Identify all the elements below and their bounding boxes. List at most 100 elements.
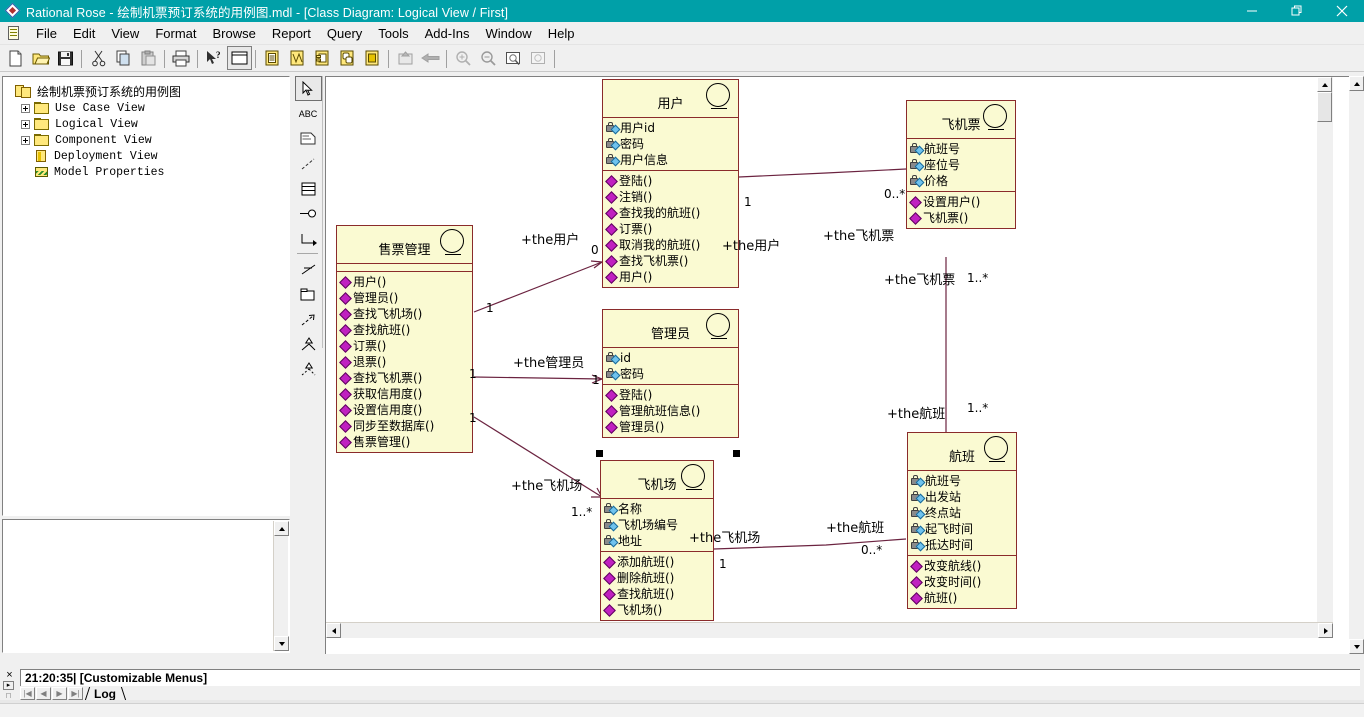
uml-class-售票管理[interactable]: 售票管理 用户() 管理员() 查找飞机场() 查找航班() 订票() 退票()… — [336, 225, 473, 453]
menu-file[interactable]: File — [28, 24, 65, 43]
multiplicity-user-right: 1 — [744, 195, 752, 209]
canvas-vertical-scrollbar[interactable] — [1317, 77, 1333, 638]
dependency-tool[interactable] — [295, 307, 322, 332]
sidebar-item-deployment-view[interactable]: Deployment View — [7, 148, 285, 164]
menu-query[interactable]: Query — [319, 24, 370, 43]
class-name: 飞机票 — [907, 101, 1015, 139]
chevron-up-icon — [1353, 81, 1360, 86]
print-icon[interactable] — [169, 46, 194, 70]
browse-parent-icon[interactable] — [393, 46, 418, 70]
fit-in-window-icon[interactable] — [501, 46, 526, 70]
interface-tool[interactable] — [295, 201, 322, 226]
menu-edit[interactable]: Edit — [65, 24, 103, 43]
browse-deployment-diagram-icon[interactable] — [360, 46, 385, 70]
browse-class-diagram-icon[interactable] — [227, 46, 252, 70]
menu-tools[interactable]: Tools — [370, 24, 416, 43]
copy-icon[interactable] — [111, 46, 136, 70]
menu-report[interactable]: Report — [264, 24, 319, 43]
log-minimize-button[interactable]: ⊓ — [3, 691, 14, 700]
operation-icon — [340, 293, 350, 303]
cut-icon[interactable] — [86, 46, 111, 70]
tree-root-node[interactable]: 绘制机票预订系统的用例图 — [7, 82, 285, 100]
zoom-in-icon[interactable] — [451, 46, 476, 70]
mdi-scroll-down-button[interactable] — [1349, 639, 1364, 654]
menu-view[interactable]: View — [103, 24, 147, 43]
mdi-vertical-scrollbar[interactable] — [1349, 76, 1364, 654]
maximize-restore-button[interactable] — [1274, 0, 1319, 22]
multiplicity-airport-left: 1 — [469, 411, 477, 425]
paste-icon[interactable] — [136, 46, 161, 70]
canvas-horizontal-scrollbar[interactable] — [326, 622, 1333, 638]
menu-format[interactable]: Format — [147, 24, 204, 43]
expander-plus-icon[interactable] — [21, 135, 30, 145]
operations-compartment: 登陆() 注销() 查找我的航班() 订票() 取消我的航班() 查找飞机票()… — [603, 171, 738, 287]
selection-tool[interactable] — [294, 76, 322, 101]
undo-fit-icon[interactable] — [526, 46, 551, 70]
menu-browse[interactable]: Browse — [204, 24, 263, 43]
association-class-tool[interactable] — [295, 257, 322, 282]
documentation-text[interactable] — [6, 523, 271, 649]
multiplicity-user-zero: 0 — [591, 243, 599, 257]
private-attribute-icon — [910, 174, 925, 187]
operation-row: 登陆() — [606, 387, 735, 403]
mdi-scroll-up-button[interactable] — [1349, 76, 1364, 91]
log-nav-next-button[interactable]: ▶ — [52, 687, 67, 700]
package-tool[interactable] — [295, 282, 322, 307]
menu-help[interactable]: Help — [540, 24, 583, 43]
uml-class-飞机票[interactable]: 飞机票 航班号 座位号 价格 设置用户() 飞机票() — [906, 100, 1016, 229]
canvas-scroll-right-button[interactable] — [1318, 623, 1333, 638]
minimize-button[interactable] — [1229, 0, 1274, 22]
attribute-row: 起飞时间 — [911, 521, 1013, 537]
sidebar-item-model-properties[interactable]: Model Properties — [7, 164, 285, 180]
close-button[interactable] — [1319, 0, 1364, 22]
uml-class-航班[interactable]: 航班 航班号 出发站 终点站 起飞时间 抵达时间 改变航线() 改变时间() 航… — [907, 432, 1017, 609]
realize-tool[interactable] — [295, 357, 322, 382]
documentation-scrollbar[interactable] — [273, 521, 289, 651]
uml-class-管理员[interactable]: 管理员 id 密码 登陆() 管理航班信息() 管理员() — [602, 309, 739, 438]
scroll-up-button[interactable] — [274, 521, 289, 536]
private-attribute-icon — [911, 490, 926, 503]
log-restore-button[interactable]: ▸ — [3, 681, 14, 690]
zoom-out-icon[interactable] — [476, 46, 501, 70]
scroll-down-button[interactable] — [274, 636, 289, 651]
documentation-panel[interactable] — [2, 519, 290, 653]
browse-component-diagram-icon[interactable] — [310, 46, 335, 70]
open-icon[interactable] — [28, 46, 53, 70]
save-icon[interactable] — [53, 46, 78, 70]
generalization-tool[interactable] — [295, 332, 322, 357]
log-nav-last-button[interactable]: ▶| — [68, 687, 83, 700]
menu-window[interactable]: Window — [477, 24, 539, 43]
tab-log[interactable]: Log — [88, 687, 122, 701]
text-box-tool[interactable]: ABC — [295, 101, 322, 126]
selection-handle[interactable] — [733, 450, 740, 457]
taskbar[interactable] — [0, 703, 1364, 717]
class-tool[interactable] — [295, 176, 322, 201]
sidebar-item-logical-view[interactable]: Logical View — [7, 116, 285, 132]
note-tool[interactable] — [295, 126, 322, 151]
browse-use-case-diagram-icon[interactable] — [260, 46, 285, 70]
browse-interaction-diagram-icon[interactable] — [285, 46, 310, 70]
uml-class-用户[interactable]: 用户 用户id 密码 用户信息 登陆() 注销() 查找我的航班() 订票() … — [602, 79, 739, 288]
folder-icon — [34, 101, 50, 115]
log-nav-prev-button[interactable]: ◀ — [36, 687, 51, 700]
browse-previous-diagram-icon[interactable] — [418, 46, 443, 70]
chevron-right-icon — [1323, 627, 1328, 634]
anchor-note-tool[interactable] — [295, 151, 322, 176]
browse-state-machine-diagram-icon[interactable] — [335, 46, 360, 70]
context-help-icon[interactable]: ? — [202, 46, 227, 70]
selection-handle[interactable] — [596, 450, 603, 457]
menu-add-ins[interactable]: Add-Ins — [417, 24, 478, 43]
log-nav-first-button[interactable]: |◀ — [20, 687, 35, 700]
class-diagram-canvas[interactable]: 售票管理 用户() 管理员() 查找飞机场() 查找航班() 订票() 退票()… — [326, 77, 1333, 638]
sidebar-item-component-view[interactable]: Component View — [7, 132, 285, 148]
unidirectional-association-tool[interactable] — [295, 226, 322, 251]
operations-compartment: 添加航班() 删除航班() 查找航班() 飞机场() — [601, 552, 713, 620]
close-icon[interactable]: × — [3, 669, 16, 681]
canvas-scroll-up-button[interactable] — [1317, 77, 1332, 92]
canvas-scroll-left-button[interactable] — [326, 623, 341, 638]
new-icon[interactable] — [3, 46, 28, 70]
canvas-vertical-thumb[interactable] — [1317, 92, 1332, 122]
expander-plus-icon[interactable] — [21, 119, 30, 129]
expander-plus-icon[interactable] — [21, 103, 30, 113]
sidebar-item-use-case-view[interactable]: Use Case View — [7, 100, 285, 116]
